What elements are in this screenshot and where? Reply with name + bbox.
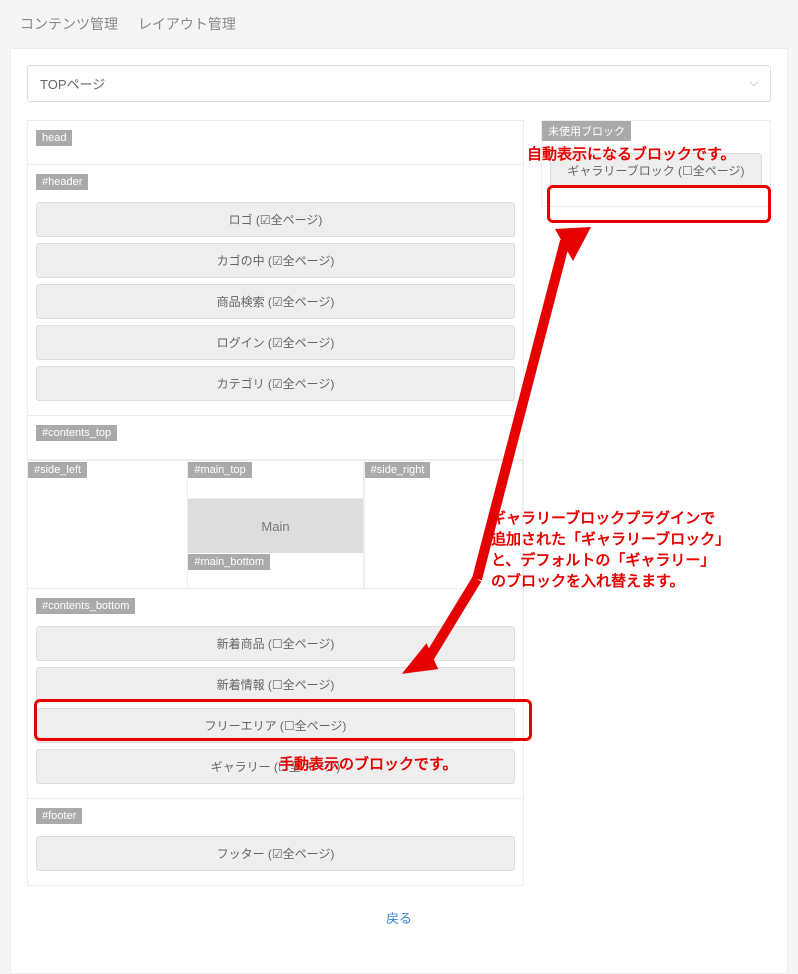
- section-label-footer: #footer: [36, 808, 82, 824]
- block-item[interactable]: カテゴリ (☑全ページ): [36, 366, 515, 401]
- section-head[interactable]: head: [28, 121, 523, 164]
- section-side-right[interactable]: #side_right: [364, 460, 523, 588]
- block-item[interactable]: 新着情報 (☐全ページ): [36, 667, 515, 702]
- page-select-value: TOPページ: [40, 74, 105, 93]
- section-contents-bottom[interactable]: #contents_bottom 新着商品 (☐全ページ) 新着情報 (☐全ペー…: [28, 588, 523, 798]
- back-link[interactable]: 戻る: [386, 911, 412, 926]
- section-main-top[interactable]: #main_top: [188, 461, 362, 499]
- nav-layout-mgmt[interactable]: レイアウト管理: [138, 16, 236, 32]
- section-label-unused: 未使用ブロック: [542, 121, 631, 141]
- chevron-down-icon: ⌵: [750, 77, 758, 90]
- back-row: 戻る: [27, 886, 771, 957]
- section-label-main-top: #main_top: [188, 462, 251, 478]
- section-label-side-right: #side_right: [365, 462, 431, 478]
- unused-panel: 未使用ブロック ギャラリーブロック (☐全ページ): [541, 120, 771, 207]
- nav-content-mgmt[interactable]: コンテンツ管理: [20, 16, 118, 32]
- block-item[interactable]: ギャラリーブロック (☐全ページ): [550, 153, 762, 188]
- main-label: Main: [261, 519, 289, 534]
- block-item[interactable]: フッター (☑全ページ): [36, 836, 515, 871]
- section-main-bottom[interactable]: #main_bottom: [188, 553, 362, 588]
- block-item[interactable]: カゴの中 (☑全ページ): [36, 243, 515, 278]
- layout-panel: head #header ロゴ (☑全ページ) カゴの中 (☑全ページ) 商品検…: [27, 120, 524, 886]
- section-header[interactable]: #header ロゴ (☑全ページ) カゴの中 (☑全ページ) 商品検索 (☑全…: [28, 164, 523, 415]
- section-label-header: #header: [36, 174, 88, 190]
- section-footer[interactable]: #footer フッター (☑全ページ): [28, 798, 523, 885]
- section-label-head: head: [36, 130, 72, 146]
- page-select[interactable]: TOPページ ⌵: [27, 65, 771, 102]
- block-item[interactable]: ロゴ (☑全ページ): [36, 202, 515, 237]
- block-item[interactable]: 新着商品 (☐全ページ): [36, 626, 515, 661]
- block-item[interactable]: ギャラリー (☐全ページ): [36, 749, 515, 784]
- section-label-contents-bottom: #contents_bottom: [36, 598, 135, 614]
- main-area[interactable]: Main: [188, 499, 362, 553]
- block-item[interactable]: フリーエリア (☐全ページ): [36, 708, 515, 743]
- section-label-side-left: #side_left: [28, 462, 87, 478]
- center-column: #main_top Main #main_bottom: [187, 460, 363, 588]
- top-nav: コンテンツ管理 レイアウト管理: [0, 0, 798, 48]
- section-label-main-bottom: #main_bottom: [188, 554, 270, 570]
- section-label-contents-top: #contents_top: [36, 425, 117, 441]
- block-item[interactable]: 商品検索 (☑全ページ): [36, 284, 515, 319]
- main-card: TOPページ ⌵ head #header ロゴ (☑全ページ) カゴの中 (☑…: [10, 48, 788, 974]
- block-item[interactable]: ログイン (☑全ページ): [36, 325, 515, 360]
- section-contents-top[interactable]: #contents_top: [28, 415, 523, 459]
- section-side-left[interactable]: #side_left: [28, 460, 187, 588]
